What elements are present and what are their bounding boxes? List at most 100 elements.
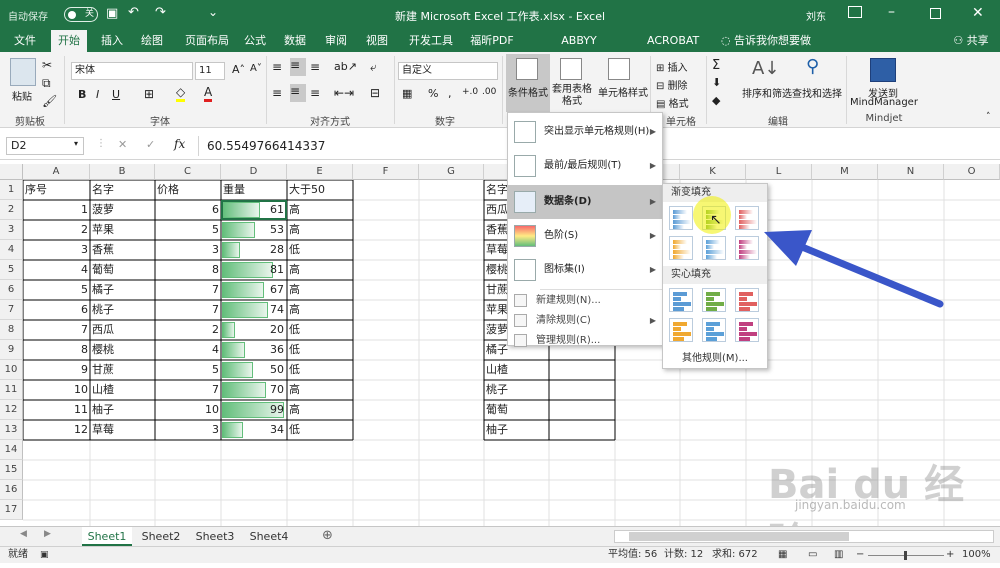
weight-cell[interactable]: 50 — [221, 360, 287, 380]
price-cell[interactable]: 7 — [155, 300, 221, 320]
column-header[interactable]: L — [746, 164, 812, 180]
scroll-thumb[interactable] — [629, 532, 849, 541]
number-cell[interactable]: 4 — [23, 260, 90, 280]
row-header[interactable]: 13 — [0, 420, 23, 440]
page-layout-view-icon[interactable]: ▭ — [808, 547, 817, 563]
price-cell[interactable]: 7 — [155, 380, 221, 400]
border-icon[interactable]: ⊞ — [144, 87, 154, 101]
underline-button[interactable]: U — [112, 88, 120, 101]
name-cell[interactable]: 山楂 — [90, 380, 155, 400]
row-header[interactable]: 5 — [0, 260, 23, 280]
flag-cell[interactable]: 低 — [287, 360, 353, 380]
bold-button[interactable]: B — [78, 88, 86, 101]
weight-cell[interactable]: 67 — [221, 280, 287, 300]
solid-databar-option[interactable] — [669, 318, 693, 342]
table-format-button[interactable]: 套用表格格式 — [552, 84, 592, 108]
paste-button[interactable]: 粘贴 — [12, 88, 32, 103]
name-cell[interactable]: 甘蔗 — [90, 360, 155, 380]
name-cell[interactable]: 桃子 — [90, 300, 155, 320]
column-header[interactable]: B — [90, 164, 155, 180]
share-button[interactable]: ⚇ 共享 — [946, 30, 996, 52]
weight-cell[interactable]: 81 — [221, 260, 287, 280]
name-box-dropdown-icon[interactable]: ▾ — [74, 139, 78, 148]
price-cell[interactable]: 5 — [155, 360, 221, 380]
prev-sheet-icon[interactable]: ◀ — [20, 529, 27, 539]
solid-databar-option[interactable] — [735, 288, 759, 312]
gradient-databar-option[interactable] — [669, 206, 693, 230]
find-select-button[interactable]: 查找和选择 — [792, 85, 842, 100]
row-header[interactable]: 12 — [0, 400, 23, 420]
shrink-font-icon[interactable]: A˅ — [250, 63, 262, 74]
autosum-icon[interactable]: Σ — [712, 58, 720, 73]
wrap-text-icon[interactable]: ⤶ — [370, 60, 377, 75]
name-cell[interactable]: 草莓 — [90, 420, 155, 440]
flag-cell[interactable]: 高 — [287, 400, 353, 420]
macro-record-icon[interactable]: ▣ — [40, 547, 49, 563]
maximize-icon[interactable] — [930, 8, 941, 19]
copy-icon[interactable]: ⧉ — [42, 76, 51, 91]
sheet-tab-3[interactable]: Sheet3 — [190, 527, 240, 546]
format-painter-icon[interactable]: 🖌 — [42, 94, 57, 108]
tab-foxit-pdf[interactable]: 福昕PDF — [464, 30, 520, 52]
price-cell[interactable]: 3 — [155, 240, 221, 260]
column-header[interactable]: A — [23, 164, 90, 180]
name-cell[interactable]: 樱桃 — [90, 340, 155, 360]
number-cell[interactable]: 5 — [23, 280, 90, 300]
select-all-corner[interactable] — [0, 164, 23, 180]
delete-cells-button[interactable]: ⊟ 删除 — [656, 77, 688, 92]
row-header[interactable]: 9 — [0, 340, 23, 360]
fill-icon[interactable]: ⬇ — [712, 76, 721, 89]
weight-cell[interactable]: 53 — [221, 220, 287, 240]
weight-cell[interactable]: 28 — [221, 240, 287, 260]
tab-insert[interactable]: 插入 — [96, 30, 128, 52]
tab-acrobat[interactable]: ACROBAT — [643, 30, 699, 52]
save-icon[interactable]: ▣ — [106, 6, 118, 21]
menu-item-data-bars[interactable]: 数据条(D) ▶ — [508, 185, 662, 219]
solid-databar-option[interactable] — [702, 288, 726, 312]
add-sheet-icon[interactable]: ⊕ — [322, 528, 333, 543]
increase-decimal-icon[interactable]: +.0 — [462, 87, 478, 97]
row-header[interactable]: 10 — [0, 360, 23, 380]
weight-cell[interactable]: 20 — [221, 320, 287, 340]
cell-styles-button[interactable]: 单元格样式 — [598, 84, 648, 99]
price-cell[interactable]: 8 — [155, 260, 221, 280]
gradient-databar-option[interactable] — [735, 206, 759, 230]
column-header[interactable]: F — [353, 164, 419, 180]
price-cell[interactable]: 4 — [155, 340, 221, 360]
name-cell[interactable]: 菠萝 — [90, 200, 155, 220]
cancel-icon[interactable]: ✕ — [118, 138, 127, 151]
italic-button[interactable]: I — [96, 88, 99, 101]
column-header[interactable]: C — [155, 164, 221, 180]
font-name-select[interactable]: 宋体 — [71, 62, 193, 80]
row-header[interactable]: 2 — [0, 200, 23, 220]
collapse-ribbon-icon[interactable]: ˄ — [986, 112, 991, 122]
menu-item-color-scales[interactable]: 色阶(S) ▶ — [508, 219, 662, 253]
menu-item-new-rule[interactable]: 新建规则(N)... — [508, 291, 662, 311]
flag-cell[interactable]: 低 — [287, 340, 353, 360]
menu-item-clear-rules[interactable]: 清除规则(C) ▶ — [508, 311, 662, 331]
weight-cell[interactable]: 74 — [221, 300, 287, 320]
row-header[interactable]: 17 — [0, 500, 23, 520]
flag-cell[interactable]: 高 — [287, 380, 353, 400]
decrease-decimal-icon[interactable]: .00 — [482, 87, 496, 97]
indent-icon[interactable]: ⇤⇥ — [334, 86, 354, 100]
price-cell[interactable]: 10 — [155, 400, 221, 420]
undo-icon[interactable]: ↶ — [128, 5, 139, 20]
normal-view-icon[interactable]: ▦ — [778, 547, 787, 563]
minimize-icon[interactable]: – — [888, 4, 895, 20]
autosave-toggle[interactable]: 关 — [64, 7, 98, 22]
row-header[interactable]: 11 — [0, 380, 23, 400]
flag-cell[interactable]: 低 — [287, 320, 353, 340]
flag-cell[interactable]: 高 — [287, 280, 353, 300]
column-header[interactable]: G — [419, 164, 484, 180]
tab-review[interactable]: 审阅 — [320, 30, 352, 52]
row-header[interactable]: 3 — [0, 220, 23, 240]
weight-cell[interactable]: 70 — [221, 380, 287, 400]
insert-cells-button[interactable]: ⊞ 插入 — [656, 59, 688, 74]
tab-abbyy[interactable]: ABBYY FineReader 12 — [525, 30, 633, 69]
header-cell[interactable]: 序号 — [23, 180, 90, 200]
zoom-in-icon[interactable]: + — [946, 547, 954, 563]
price-cell[interactable]: 2 — [155, 320, 221, 340]
align-middle-icon[interactable]: ≡ — [290, 58, 306, 76]
confirm-icon[interactable]: ✓ — [146, 138, 155, 151]
